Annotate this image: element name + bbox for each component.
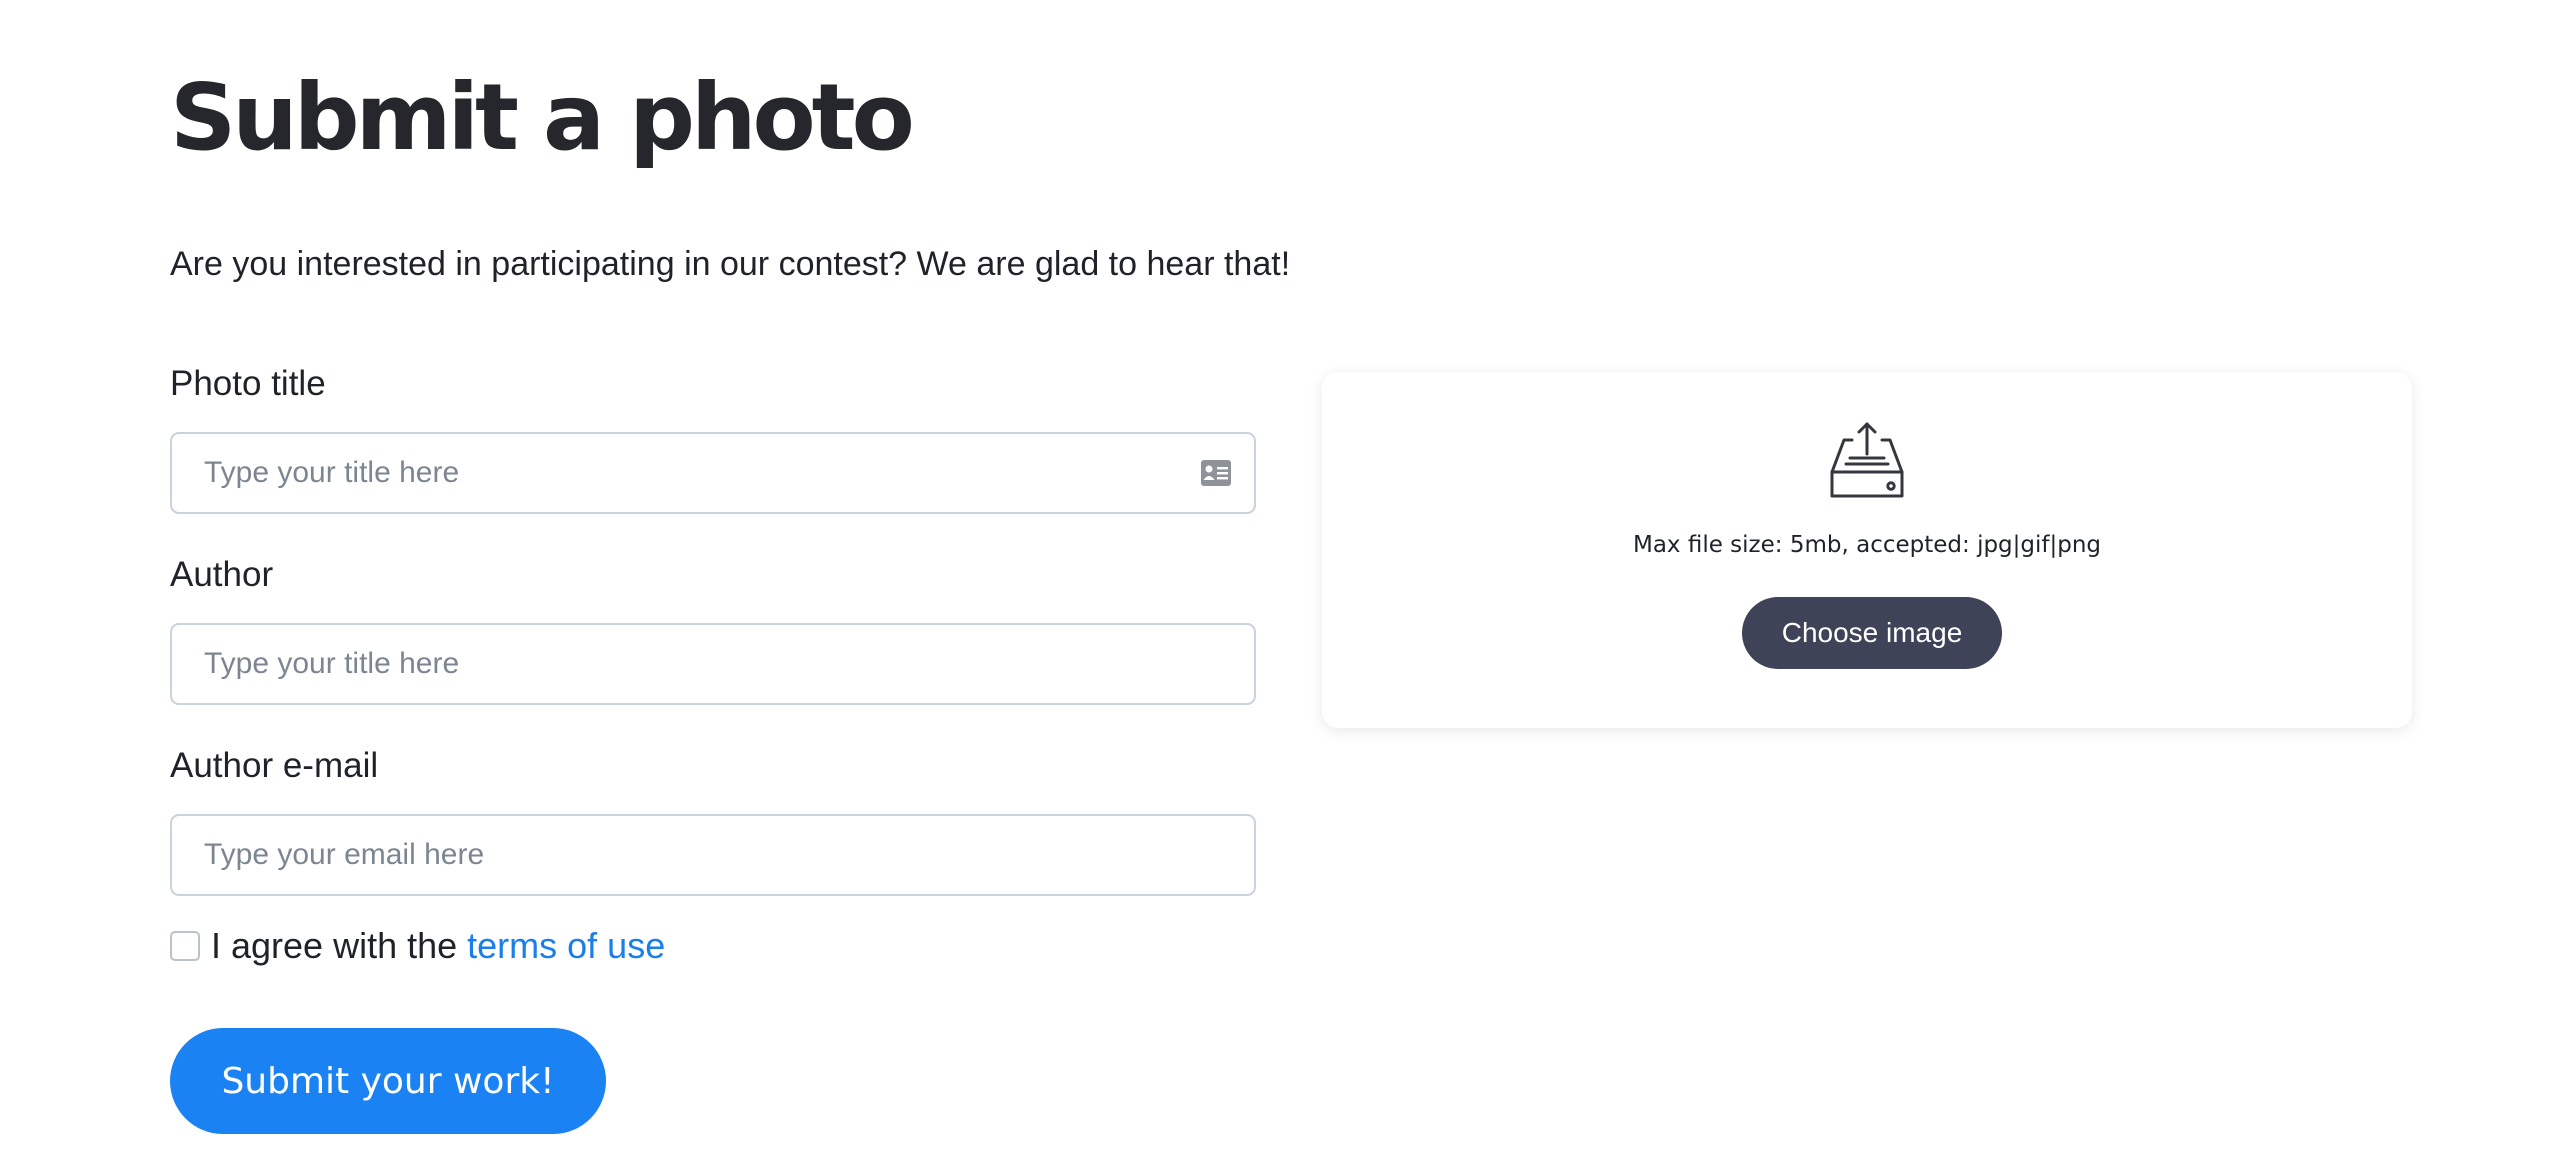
submit-photo-page: Submit a photo Are you interested in par… [0,0,2560,1172]
id-card-icon [1201,460,1231,486]
image-upload-card: Max file size: 5mb, accepted: jpg|gif|pn… [1322,372,2412,728]
author-field[interactable] [170,623,1256,705]
terms-text: I agree with the [211,925,468,966]
page-title: Submit a photo [170,64,915,171]
terms-of-use-link[interactable]: terms of use [467,925,665,966]
inbox-upload-icon [1830,422,1904,498]
choose-image-button[interactable]: Choose image [1742,597,2002,669]
author-input[interactable] [204,647,1222,681]
author-label: Author [170,555,274,594]
intro-text: Are you interested in participating in o… [170,245,1291,283]
author-email-input[interactable] [204,838,1222,872]
terms-agreement: I agree with the terms of use [211,922,665,970]
photo-title-field[interactable] [170,432,1256,514]
upload-constraints: Max file size: 5mb, accepted: jpg|gif|pn… [1632,532,2102,558]
author-email-label: Author e-mail [170,746,379,785]
terms-checkbox[interactable] [170,931,200,961]
author-email-field[interactable] [170,814,1256,896]
photo-title-input[interactable] [204,456,1222,490]
photo-title-label: Photo title [170,364,326,403]
submit-button[interactable]: Submit your work! [170,1028,606,1134]
